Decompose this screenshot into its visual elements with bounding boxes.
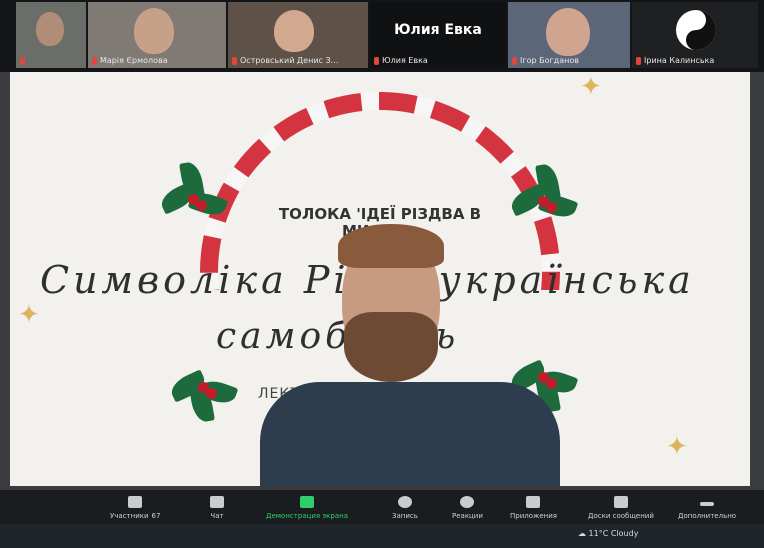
participant-name: Ігор Богданов [512,56,579,65]
speaker-video [240,222,580,486]
participant-name-text: Марія Єрмолова [100,56,168,65]
participants-icon [128,496,143,508]
record-icon [397,496,412,508]
participant-name-text: Островський Денис З... [240,56,339,65]
participant-strip: Марія Єрмолова Островський Денис З... Юл… [0,0,764,72]
participant-name: Ірина Калинська [636,56,714,65]
whiteboard-label: Доски сообщений [588,512,654,520]
participant-name-text: Ігор Богданов [520,56,579,65]
os-taskbar: ☁ 11°C Cloudy [0,524,764,548]
participant-tile-1[interactable] [16,2,86,68]
share-screen-icon [300,496,314,508]
more-button[interactable]: Дополнительно [678,496,736,520]
more-dots-icon [700,502,715,506]
participant-name: Островський Денис З... [232,56,338,65]
participant-name: Юлия Евка [374,56,428,65]
participant-tile-3[interactable]: Островський Денис З... [228,2,368,68]
sparkle-star-icon: ✦ [18,300,40,330]
apps-label: Приложения [510,512,557,520]
holly-icon [157,160,230,230]
participant-video [274,10,314,52]
participants-label: Участники [110,512,149,520]
more-label: Дополнительно [678,512,737,520]
sparkle-star-icon: ✦ [666,432,688,462]
reactions-button[interactable]: Реакции [452,496,483,520]
record-label: Запись [392,512,418,520]
participant-video [36,12,64,46]
weather-text: 11°C Cloudy [588,529,639,538]
speaker-body [260,382,560,486]
participant-name-text: Ірина Калинська [644,56,715,65]
participant-name [20,57,28,65]
whiteboard-icon [613,496,628,508]
participant-video [134,8,174,54]
chat-label: Чат [210,512,224,520]
cloud-icon: ☁ [578,529,586,538]
participant-tile-2[interactable]: Марія Єрмолова [88,2,226,68]
participant-name-text: Юлия Евка [382,56,428,65]
mic-muted-icon [20,57,25,65]
zoom-meeting-window: Марія Єрмолова Островський Денис З... Юл… [0,0,764,548]
participant-tile-4[interactable]: Юлия Евка Юлия Евка [370,2,506,68]
mic-muted-icon [374,56,379,65]
holly-icon [167,358,240,424]
mic-muted-icon [232,56,237,65]
participant-tile-5[interactable]: Ігор Богданов [508,2,630,68]
apps-button[interactable]: Приложения [510,496,557,520]
sparkle-star-icon: ✦ [580,72,602,102]
featured-participant-name: Юлия Евка [394,22,482,38]
participant-name: Марія Єрмолова [92,56,168,65]
shared-screen-slide: ✦ ✦ ✦ ТОЛОКА 'ІДЕЇ РІЗДВА В МИСТЕ... Сим… [10,72,750,486]
record-button[interactable]: Запись [392,496,418,520]
reactions-icon [460,496,475,508]
participant-tile-6[interactable]: Ірина Калинська [632,2,758,68]
speaker-beard [344,312,438,382]
reactions-label: Реакции [452,512,483,520]
mic-muted-icon [636,56,641,65]
yin-yang-avatar-icon [676,10,716,50]
apps-icon [526,496,541,508]
chat-button[interactable]: Чат [210,496,224,520]
participants-button[interactable]: Участники 67 [110,496,160,520]
mic-muted-icon [512,56,517,65]
participant-video [546,8,590,56]
whiteboard-button[interactable]: Доски сообщений [588,496,654,520]
share-screen-button[interactable]: Демонстрация экрана [266,496,348,520]
mic-muted-icon [92,56,97,65]
speaker-hair [338,224,444,268]
chat-icon [210,496,224,508]
participants-count: 67 [151,512,161,520]
share-screen-label: Демонстрация экрана [266,512,348,520]
weather-widget[interactable]: ☁ 11°C Cloudy [578,529,638,538]
